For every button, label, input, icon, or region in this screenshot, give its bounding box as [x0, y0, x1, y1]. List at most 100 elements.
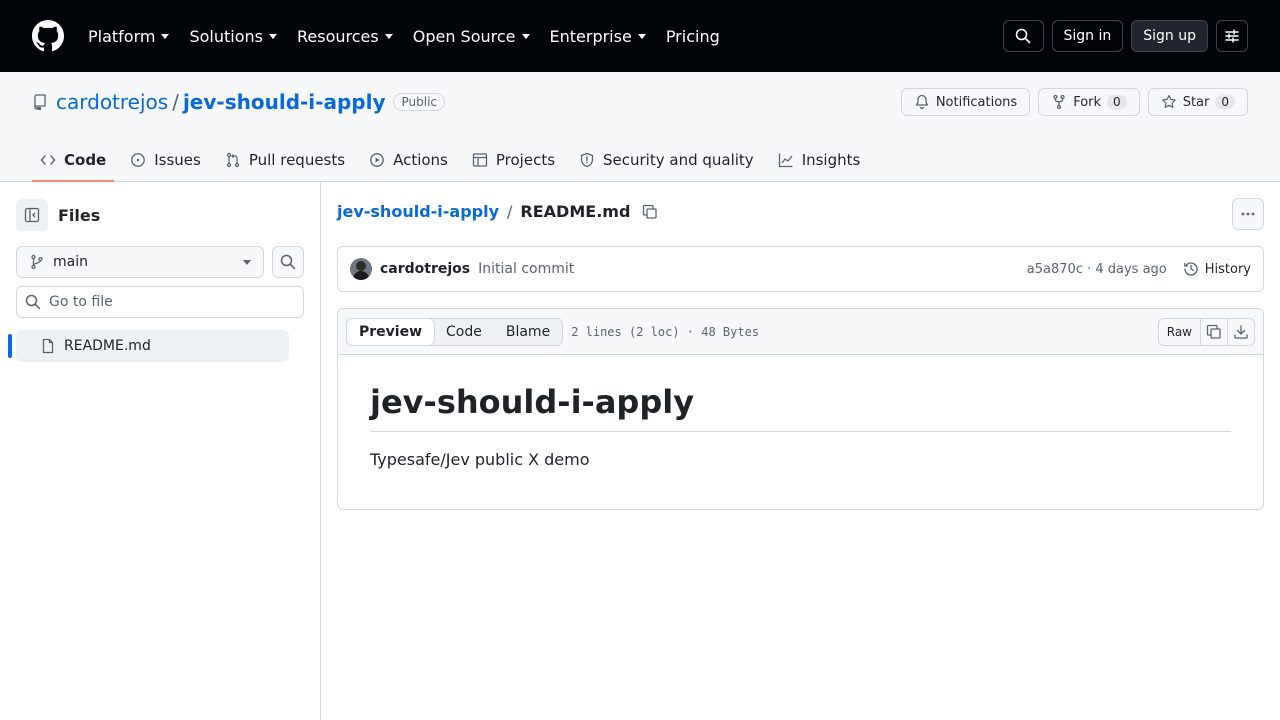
star-count: 0 [1215, 95, 1235, 109]
raw-button[interactable]: Raw [1157, 317, 1201, 346]
tree-item-label: README.md [64, 338, 151, 354]
history-button[interactable]: History [1183, 261, 1251, 277]
commit-message-link[interactable]: Initial commit [478, 261, 574, 277]
repo-name-link[interactable]: jev-should-i-apply [183, 90, 386, 114]
commit-meta: a5a870c · 4 days ago History [1027, 261, 1251, 277]
caret-down-icon [521, 33, 530, 39]
caret-down-icon [243, 259, 251, 265]
caret-down-icon [269, 33, 277, 39]
tab-insights[interactable]: Insights [770, 138, 869, 182]
nav-pricing[interactable]: Pricing [656, 18, 730, 54]
readme-body: Typesafe/Jev public X demo [370, 450, 590, 469]
nav-label: Pricing [665, 26, 720, 46]
history-label: History [1204, 261, 1251, 277]
sign-in-button[interactable]: Sign in [1051, 20, 1124, 52]
fork-button[interactable]: Fork 0 [1038, 88, 1140, 116]
readme-content: jev-should-i-apply Typesafe/Jev public X… [338, 355, 1263, 497]
play-icon [370, 153, 384, 167]
nav-enterprise[interactable]: Enterprise [540, 18, 656, 54]
star-button[interactable]: Star 0 [1147, 88, 1248, 116]
repo-header: cardotrejos / jev-should-i-apply Public … [0, 72, 1280, 182]
table-icon [472, 153, 488, 167]
github-logo-icon[interactable] [32, 20, 64, 52]
view-code-button[interactable]: Code [434, 319, 494, 345]
branch-name: main [53, 254, 88, 270]
graph-icon [778, 153, 793, 168]
search-icon [1015, 28, 1031, 44]
latest-commit: cardotrejos Initial commit a5a870c · 4 d… [337, 246, 1264, 292]
commit-author-link[interactable]: cardotrejos [380, 261, 470, 277]
repo-actions: Notifications Fork 0 Star 0 [900, 88, 1248, 116]
go-to-file-field[interactable] [16, 286, 304, 318]
notifications-label: Notifications [935, 94, 1018, 110]
nav-label: Resources [297, 26, 379, 46]
download-button[interactable] [1227, 317, 1255, 346]
download-icon [1234, 324, 1248, 339]
copy-icon [643, 204, 658, 219]
nav-label: Enterprise [549, 26, 632, 46]
tab-label: Pull requests [248, 151, 346, 169]
repo-title: cardotrejos / jev-should-i-apply Public [32, 90, 445, 114]
selected-indicator [8, 334, 12, 358]
sign-up-button[interactable]: Sign up [1131, 20, 1208, 52]
view-switcher: Preview Code Blame [346, 317, 564, 346]
tab-label: Projects [495, 151, 556, 169]
nav-platform[interactable]: Platform [78, 18, 179, 54]
fork-icon [1053, 94, 1065, 110]
tab-code[interactable]: Code [32, 138, 115, 182]
fork-count: 0 [1107, 95, 1127, 109]
tab-security[interactable]: Security and quality [571, 138, 762, 182]
caret-down-icon [384, 33, 393, 39]
nav-open-source[interactable]: Open Source [403, 18, 540, 54]
view-blame-button[interactable]: Blame [494, 319, 562, 345]
nav-label: Solutions [189, 26, 263, 46]
shield-icon [580, 152, 594, 168]
tab-pull-requests[interactable]: Pull requests [217, 138, 353, 182]
avatar[interactable] [350, 258, 372, 280]
commit-sha-date[interactable]: a5a870c · 4 days ago [1027, 262, 1167, 277]
repo-separator: / [172, 90, 179, 114]
tab-label: Security and quality [603, 151, 754, 169]
collapse-sidebar-button[interactable] [16, 199, 48, 231]
repo-owner-link[interactable]: cardotrejos [56, 90, 168, 114]
copy-raw-button[interactable] [1200, 317, 1228, 346]
pull-request-icon [226, 152, 239, 168]
file-tree-sidebar: Files main README.md [0, 182, 321, 720]
go-to-file-input[interactable] [49, 294, 289, 310]
search-button[interactable] [1002, 20, 1044, 52]
sliders-icon [1225, 29, 1239, 43]
star-icon [1161, 94, 1176, 108]
tab-actions[interactable]: Actions [361, 138, 456, 182]
tab-issues[interactable]: Issues [122, 138, 209, 182]
star-label: Star [1182, 94, 1210, 110]
header-actions: Sign in Sign up [1002, 20, 1248, 52]
breadcrumb-separator: / [507, 202, 513, 221]
tab-label: Issues [154, 151, 201, 169]
notifications-button[interactable]: Notifications [900, 88, 1031, 116]
tab-label: Actions [393, 151, 448, 169]
view-preview-button[interactable]: Preview [346, 317, 436, 346]
file-viewer: Preview Code Blame 2 lines (2 loc) · 48 … [337, 308, 1264, 510]
visibility-badge: Public [393, 93, 445, 111]
breadcrumb-repo-link[interactable]: jev-should-i-apply [337, 202, 499, 221]
more-options-button[interactable] [1232, 198, 1264, 230]
file-size-info: 2 lines (2 loc) · 48 Bytes [571, 324, 760, 339]
tab-projects[interactable]: Projects [464, 138, 563, 182]
repo-tabs: Code Issues Pull requests Actions Projec… [32, 138, 876, 182]
menu-button[interactable] [1216, 20, 1248, 52]
breadcrumb-file: README.md [520, 202, 631, 221]
branch-selector[interactable]: main [16, 246, 264, 278]
nav-resources[interactable]: Resources [287, 18, 403, 54]
nav-label: Platform [88, 26, 156, 46]
nav-solutions[interactable]: Solutions [179, 18, 287, 54]
copy-path-button[interactable] [642, 204, 658, 220]
bell-icon [915, 94, 928, 110]
kebab-horizontal-icon [1241, 212, 1255, 216]
copy-icon [1206, 324, 1221, 339]
nav-label: Open Source [412, 26, 516, 46]
search-files-button[interactable] [272, 246, 304, 278]
search-icon [25, 294, 41, 310]
tree-item-readme[interactable]: README.md [16, 330, 289, 362]
global-header: Platform Solutions Resources Open Source… [0, 0, 1280, 72]
file-tools: Raw [1157, 317, 1255, 346]
